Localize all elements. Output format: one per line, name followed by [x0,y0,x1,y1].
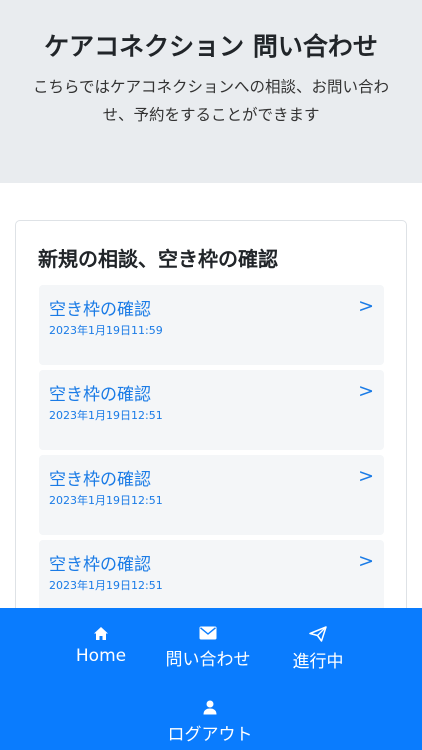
page-subtitle: こちらではケアコネクションへの相談、お問い合わせ、予約をすることができます [32,78,390,124]
nav-inquiry-label: 問い合わせ [165,650,251,670]
chevron-right-icon: > [358,550,374,572]
page-header: ケアコネクション 問い合わせ こちらではケアコネクションへの相談、お問い合わせ、… [0,0,422,183]
paper-plane-icon [309,626,327,642]
nav-inquiry[interactable]: 問い合わせ [158,626,258,670]
list-item[interactable]: 空き枠の確認 2023年1月19日11:59 > [39,285,384,365]
page-title: ケアコネクション 問い合わせ [44,32,378,61]
nav-in-progress-label: 進行中 [292,652,344,672]
card-title: 新規の相談、空き枠の確認 [38,247,278,271]
item-title: 空き枠の確認 [49,555,151,575]
bottom-navigation: Home 問い合わせ 進行中 ログアウト [0,608,422,750]
person-icon [203,700,217,715]
nav-logout[interactable]: ログアウト [150,700,270,745]
chevron-right-icon: > [358,380,374,402]
item-title: 空き枠の確認 [49,385,151,405]
nav-home[interactable]: Home [62,626,140,666]
envelope-icon [199,626,217,640]
nav-home-label: Home [75,646,127,666]
item-date: 2023年1月19日12:51 [49,409,163,422]
item-title: 空き枠の確認 [49,470,151,490]
consultation-list: 空き枠の確認 2023年1月19日11:59 > 空き枠の確認 2023年1月1… [39,285,384,625]
consultation-card: 新規の相談、空き枠の確認 空き枠の確認 2023年1月19日11:59 > 空き… [15,220,407,640]
item-title: 空き枠の確認 [49,300,151,320]
item-date: 2023年1月19日12:51 [49,579,163,592]
item-date: 2023年1月19日11:59 [49,324,163,337]
chevron-right-icon: > [358,295,374,317]
item-date: 2023年1月19日12:51 [49,494,163,507]
list-item[interactable]: 空き枠の確認 2023年1月19日12:51 > [39,370,384,450]
nav-logout-label: ログアウト [167,725,253,745]
home-icon [94,627,108,640]
nav-in-progress[interactable]: 進行中 [278,626,358,672]
chevron-right-icon: > [358,465,374,487]
list-item[interactable]: 空き枠の確認 2023年1月19日12:51 > [39,455,384,535]
